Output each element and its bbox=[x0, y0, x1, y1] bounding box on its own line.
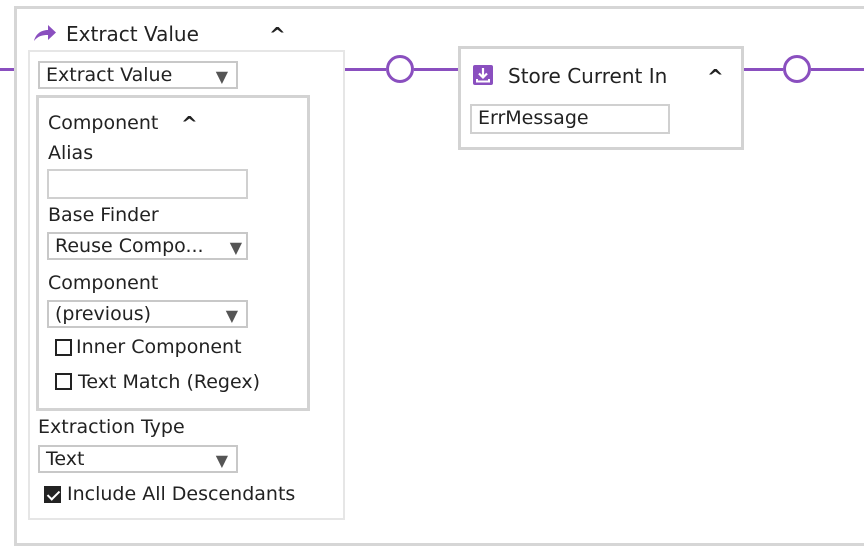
connector-node-2[interactable] bbox=[783, 55, 811, 83]
base-finder-label: Base Finder bbox=[48, 204, 159, 226]
extract-step-title: Extract Value bbox=[66, 22, 199, 46]
base-finder-select[interactable]: Reuse Compo... ▼ bbox=[47, 232, 248, 260]
connector-node-1[interactable] bbox=[386, 55, 414, 83]
include-descendants-checkbox[interactable] bbox=[44, 486, 61, 503]
connector-wire-4 bbox=[811, 68, 864, 71]
chevron-down-icon: ▼ bbox=[215, 451, 228, 470]
store-variable-input[interactable]: ErrMessage bbox=[470, 104, 670, 134]
inner-component-checkbox[interactable] bbox=[55, 339, 72, 356]
store-step-title: Store Current In bbox=[508, 64, 668, 88]
extraction-type-select[interactable]: Text ▼ bbox=[38, 445, 238, 473]
store-collapse-toggle[interactable]: ^ bbox=[707, 67, 724, 87]
extraction-type-label: Extraction Type bbox=[38, 416, 185, 438]
text-match-checkbox[interactable] bbox=[55, 373, 72, 390]
component-section-header: Component bbox=[48, 112, 159, 134]
share-arrow-icon bbox=[32, 23, 58, 47]
connector-wire-3 bbox=[742, 68, 783, 71]
chevron-down-icon: ▼ bbox=[225, 306, 238, 325]
text-match-label[interactable]: Text Match (Regex) bbox=[78, 371, 260, 393]
extract-type-select[interactable]: Extract Value ▼ bbox=[38, 61, 238, 89]
extract-collapse-toggle[interactable]: ^ bbox=[269, 25, 286, 45]
connector-wire-2 bbox=[414, 68, 461, 71]
include-descendants-label[interactable]: Include All Descendants bbox=[67, 483, 295, 505]
connector-wire-left bbox=[0, 68, 14, 71]
chevron-down-icon: ▼ bbox=[229, 238, 242, 257]
component-label: Component bbox=[48, 272, 159, 294]
alias-input[interactable] bbox=[47, 169, 248, 199]
inner-component-label[interactable]: Inner Component bbox=[76, 336, 242, 358]
chevron-down-icon: ▼ bbox=[215, 67, 228, 86]
download-icon bbox=[472, 64, 494, 90]
connector-wire-1 bbox=[344, 68, 386, 71]
component-select[interactable]: (previous) ▼ bbox=[47, 300, 248, 328]
component-collapse-toggle[interactable]: ^ bbox=[181, 114, 198, 134]
store-current-in-block bbox=[458, 46, 744, 150]
alias-label: Alias bbox=[48, 142, 94, 164]
